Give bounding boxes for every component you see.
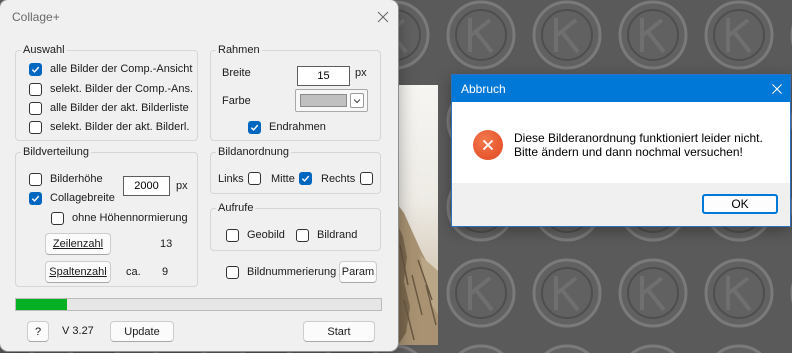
farbe-label: Farbe — [222, 95, 251, 107]
param-button[interactable]: Param — [339, 261, 377, 283]
group-auswahl: Auswahl alle Bilder der Comp.-Ansicht se… — [15, 43, 198, 141]
checkbox-links[interactable] — [248, 172, 261, 185]
message-line-1: Diese Bilderanordnung funktioniert leide… — [514, 131, 763, 145]
button-label: OK — [731, 197, 749, 211]
button-label: ? — [34, 325, 42, 338]
checkbox[interactable] — [29, 191, 42, 205]
checkbox-label: alle Bilder der akt. Bilderliste — [50, 102, 189, 114]
ok-button[interactable]: OK — [702, 194, 778, 214]
group-label: Auswahl — [21, 43, 67, 57]
spaltenzahl-value: 9 — [162, 266, 169, 278]
spaltenzahl-button[interactable]: Spaltenzahl — [45, 261, 111, 283]
mitte-label: Mitte — [271, 173, 295, 185]
dialog-footer: OK — [452, 183, 790, 226]
checkbox[interactable] — [296, 228, 309, 242]
group-label: Rahmen — [216, 43, 262, 57]
color-swatch — [300, 94, 347, 107]
start-button[interactable]: Start — [303, 321, 375, 342]
zeilenzahl-button[interactable]: Zeilenzahl — [45, 233, 111, 255]
close-icon[interactable] — [377, 11, 389, 23]
checkbox-label: alle Bilder der Comp.-Ansicht — [50, 63, 193, 75]
checkbox[interactable] — [29, 101, 42, 115]
checkbox[interactable] — [29, 82, 42, 96]
button-label: Update — [124, 325, 160, 338]
button-label: Param — [341, 266, 375, 278]
progress-fill — [16, 299, 68, 310]
option-alle-bilder-comp-ansicht[interactable]: alle Bilder der Comp.-Ansicht — [29, 62, 192, 76]
checkbox[interactable] — [29, 62, 42, 76]
option-bildnummerierung[interactable]: Bildnummerierung — [226, 265, 336, 279]
checkbox[interactable] — [248, 120, 261, 134]
rechts-label: Rechts — [321, 173, 356, 185]
window-title: Collage+ — [12, 10, 60, 24]
checkbox[interactable] — [51, 211, 64, 225]
zeilenzahl-value: 13 — [160, 238, 173, 250]
group-bildanordnung: Bildanordnung Links Mitte Rechts — [210, 145, 381, 194]
photo-preview-strip — [398, 85, 438, 345]
checkbox-label: Collagebreite — [50, 192, 115, 204]
breite-label: Breite — [222, 67, 251, 79]
error-icon — [473, 130, 503, 160]
close-icon[interactable] — [772, 84, 782, 94]
option-bildrand[interactable]: Bildrand — [296, 228, 357, 242]
button-label: Start — [327, 325, 351, 338]
color-picker-dropdown[interactable] — [295, 89, 368, 112]
group-label: Bildverteilung — [21, 145, 92, 159]
checkbox-mitte[interactable] — [299, 172, 312, 185]
option-collagebreite[interactable]: Collagebreite — [29, 191, 115, 205]
option-ohne-hoehennormierung[interactable]: ohne Höhennormierung — [51, 211, 188, 225]
group-bildverteilung: Bildverteilung Bilderhöhe px Collagebrei… — [15, 145, 198, 287]
checkmark-icon — [250, 124, 259, 131]
help-button[interactable]: ? — [27, 321, 49, 342]
button-label: Zeilenzahl — [52, 238, 104, 250]
chevron-down-icon[interactable] — [350, 93, 364, 108]
button-label: Spaltenzahl — [49, 266, 107, 278]
dialog-title-bar: Abbruch — [452, 75, 790, 102]
option-bilderhoehe[interactable]: Bilderhöhe — [29, 172, 103, 186]
checkmark-icon — [31, 195, 40, 202]
spaltenzahl-prefix: ca. — [126, 266, 141, 278]
group-aufrufe: Aufrufe Geobild Bildrand — [210, 201, 381, 251]
group-label: Bildanordnung — [216, 145, 291, 159]
version-label: V 3.27 — [62, 325, 94, 337]
checkbox[interactable] — [29, 120, 42, 134]
checkbox-label: Endrahmen — [269, 121, 326, 133]
checkbox[interactable] — [29, 172, 42, 186]
checkbox-label: Geobild — [247, 229, 285, 241]
checkbox-rechts[interactable] — [360, 172, 373, 185]
abbruch-dialog: Abbruch Diese Bilderanordnung funktionie… — [452, 75, 790, 226]
option-selekt-bilder-bilderliste[interactable]: selekt. Bilder der akt. Bilderl. — [29, 120, 189, 134]
message-line-2: Bitte ändern und dann nochmal versuchen! — [514, 145, 743, 159]
checkbox-label: selekt. Bilder der akt. Bilderl. — [50, 121, 190, 133]
option-alle-bilder-bilderliste[interactable]: alle Bilder der akt. Bilderliste — [29, 101, 189, 115]
option-geobild[interactable]: Geobild — [226, 228, 285, 242]
size-unit: px — [176, 180, 188, 192]
checkbox-label: selekt. Bilder der Comp.-Ans. — [50, 83, 194, 95]
checkbox[interactable] — [226, 265, 239, 279]
checkbox-label: Bildnummerierung — [247, 266, 337, 278]
dialog-title: Abbruch — [461, 82, 506, 96]
option-endrahmen[interactable]: Endrahmen — [248, 120, 326, 134]
breite-unit: px — [355, 67, 367, 79]
size-input[interactable] — [123, 176, 170, 196]
checkmark-icon — [301, 175, 310, 182]
collage-dialog: Collage+ Auswahl alle Bilder der Comp.-A… — [0, 0, 398, 351]
checkbox-label: Bilderhöhe — [50, 173, 103, 185]
progress-bar — [15, 298, 382, 311]
group-rahmen: Rahmen Breite px Farbe Endrahmen — [210, 43, 381, 141]
links-label: Links — [218, 173, 244, 185]
option-selekt-bilder-comp-ans[interactable]: selekt. Bilder der Comp.-Ans. — [29, 82, 193, 96]
checkbox[interactable] — [226, 228, 239, 242]
breite-input[interactable] — [297, 66, 350, 86]
checkmark-icon — [31, 66, 40, 73]
group-label: Aufrufe — [216, 201, 256, 215]
update-button[interactable]: Update — [110, 321, 174, 342]
checkbox-label: Bildrand — [317, 229, 358, 241]
checkbox-label: ohne Höhennormierung — [72, 212, 188, 224]
